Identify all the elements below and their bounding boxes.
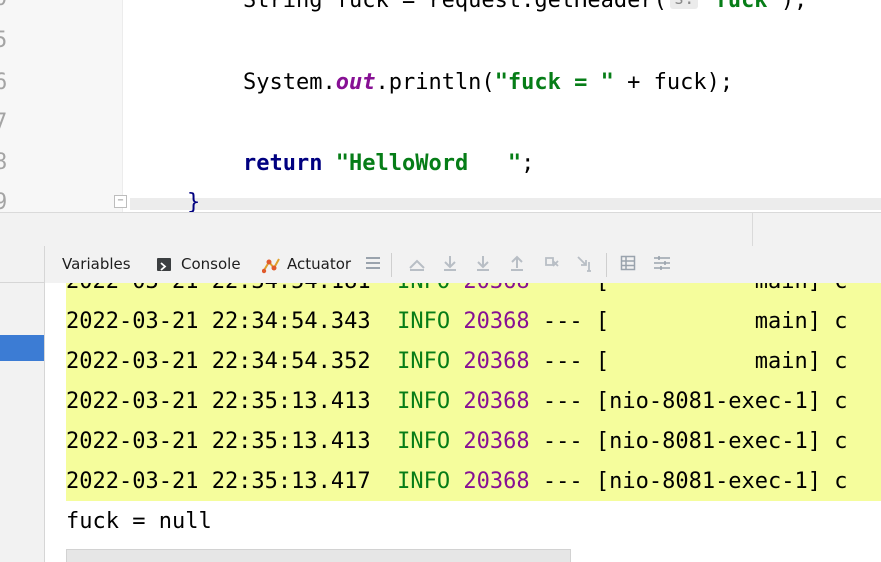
log-line[interactable]: 2022-03-21 22:34:54.343 INFO 20368 --- [… — [66, 309, 848, 334]
string-literal: "fuck = " — [494, 70, 614, 95]
line-number: 0 — [0, 0, 7, 11]
code-text: + fuck); — [613, 70, 734, 95]
log-line[interactable]: 2022-03-21 22:34:54.352 INFO 20368 --- [… — [66, 349, 848, 374]
download-icon[interactable] — [473, 255, 493, 275]
console-horizontal-scrollbar[interactable] — [66, 549, 571, 562]
console-output[interactable]: 2022-03-21 22:34:54.181 INFO 20368 --- [… — [45, 283, 881, 562]
console-icon — [157, 258, 171, 271]
log-line[interactable]: 2022-03-21 22:35:13.417 INFO 20368 --- [… — [66, 469, 848, 494]
string-literal: "fuck" — [701, 0, 781, 13]
parameter-hint: s: — [669, 0, 699, 9]
editor-horizontal-scrollbar[interactable] — [130, 198, 881, 210]
closing-brace: } — [187, 190, 201, 212]
toolbar-separator — [606, 253, 607, 277]
line-number-gutter: 5 6 7 8 9 0 — [0, 0, 123, 212]
line-number: 7 — [0, 110, 8, 135]
table-icon[interactable] — [618, 255, 638, 275]
code-line-get-header[interactable]: String fuck = request.getHeader(s:"fuck"… — [243, 0, 807, 13]
restore-icon[interactable] — [541, 255, 561, 275]
menu-icon[interactable] — [363, 255, 383, 275]
download-icon[interactable] — [440, 255, 460, 275]
settings-list-icon[interactable] — [652, 255, 672, 275]
tab-actuator[interactable]: Actuator — [287, 246, 351, 283]
code-text: String fuck = request.getHeader( — [243, 0, 667, 13]
keyword: return — [243, 151, 323, 176]
line-number: 5 — [0, 28, 8, 53]
static-field: out — [335, 70, 376, 95]
log-line[interactable]: 2022-03-21 22:34:54.181 INFO 20368 --- [… — [66, 283, 848, 294]
code-text: ); — [780, 0, 808, 13]
run-tool-window-sidebar[interactable] — [0, 246, 45, 562]
code-text: .println( — [375, 70, 495, 95]
line-number: 8 — [0, 150, 8, 175]
tab-variables[interactable]: Variables — [62, 246, 131, 283]
upload-icon[interactable] — [507, 255, 527, 275]
code-text: ; — [521, 151, 535, 176]
code-editor[interactable]: 5 6 7 8 9 0 String fuck = request.getHea… — [0, 0, 881, 212]
log-line[interactable]: 2022-03-21 22:35:13.413 INFO 20368 --- [… — [66, 389, 848, 414]
code-line-return[interactable]: return "HelloWord "; — [243, 151, 534, 176]
stdout-line[interactable]: fuck = null — [66, 509, 212, 534]
actuator-icon — [261, 256, 281, 274]
line-number: 6 — [0, 70, 8, 95]
run-toolbar: Variables Console Actuator — [45, 246, 881, 284]
code-text: System. — [243, 70, 336, 95]
selected-run-config[interactable] — [0, 335, 44, 361]
scroll-to-top-icon[interactable] — [407, 255, 427, 275]
panel-splitter[interactable] — [0, 212, 881, 247]
log-line[interactable]: 2022-03-21 22:35:13.413 INFO 20368 --- [… — [66, 429, 848, 454]
fold-icon[interactable]: − — [114, 195, 127, 208]
line-number: 9 — [0, 190, 8, 212]
string-literal: "HelloWord " — [335, 151, 522, 176]
toolbar-separator — [391, 253, 392, 277]
splitter-divider — [752, 213, 753, 246]
divider — [0, 282, 44, 283]
evaluate-icon[interactable] — [575, 255, 595, 275]
tab-console[interactable]: Console — [181, 246, 241, 283]
code-line-println[interactable]: System.out.println("fuck = " + fuck); — [243, 70, 733, 95]
